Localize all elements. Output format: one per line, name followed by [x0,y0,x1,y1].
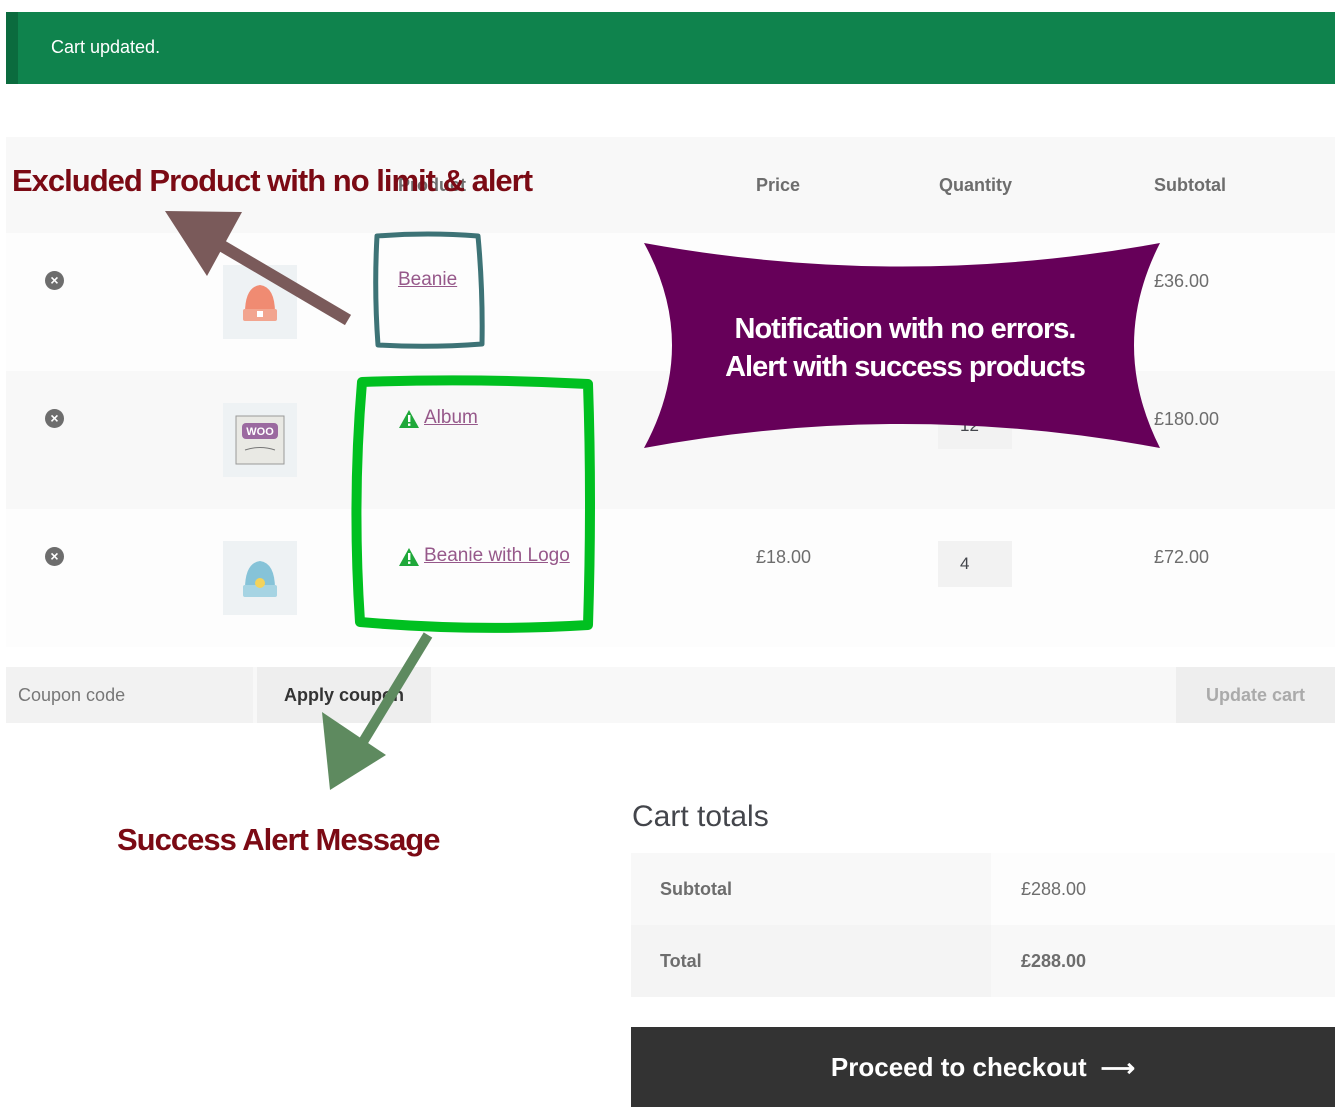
teal-highlight-box [373,231,485,349]
notification-annotation-line2: Alert with success products [725,351,1086,383]
notification-annotation-line1: Notification with no errors. [734,313,1077,345]
arrow-head-brown [165,211,242,276]
notification-annotation: Notification with no errors. Alert with … [690,310,1120,386]
success-alert-annotation: Success Alert Message [117,822,440,857]
excluded-product-annotation: Excluded Product with no limit & alert [12,163,533,198]
green-highlight-box [351,375,595,633]
